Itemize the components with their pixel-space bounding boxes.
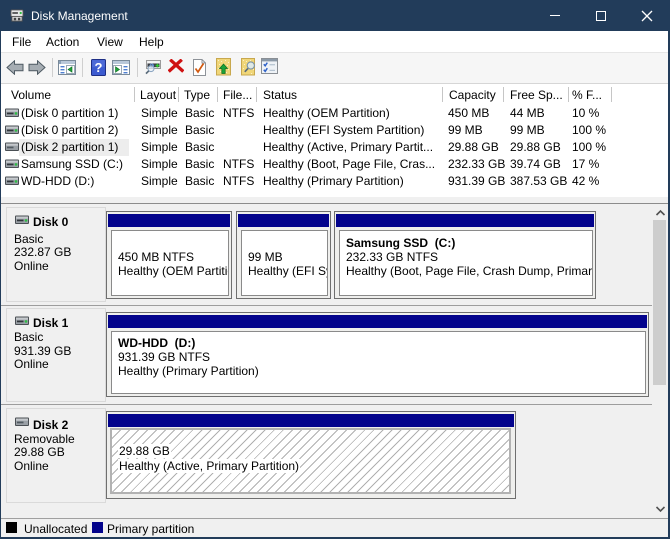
svg-text:?: ? bbox=[95, 60, 103, 75]
